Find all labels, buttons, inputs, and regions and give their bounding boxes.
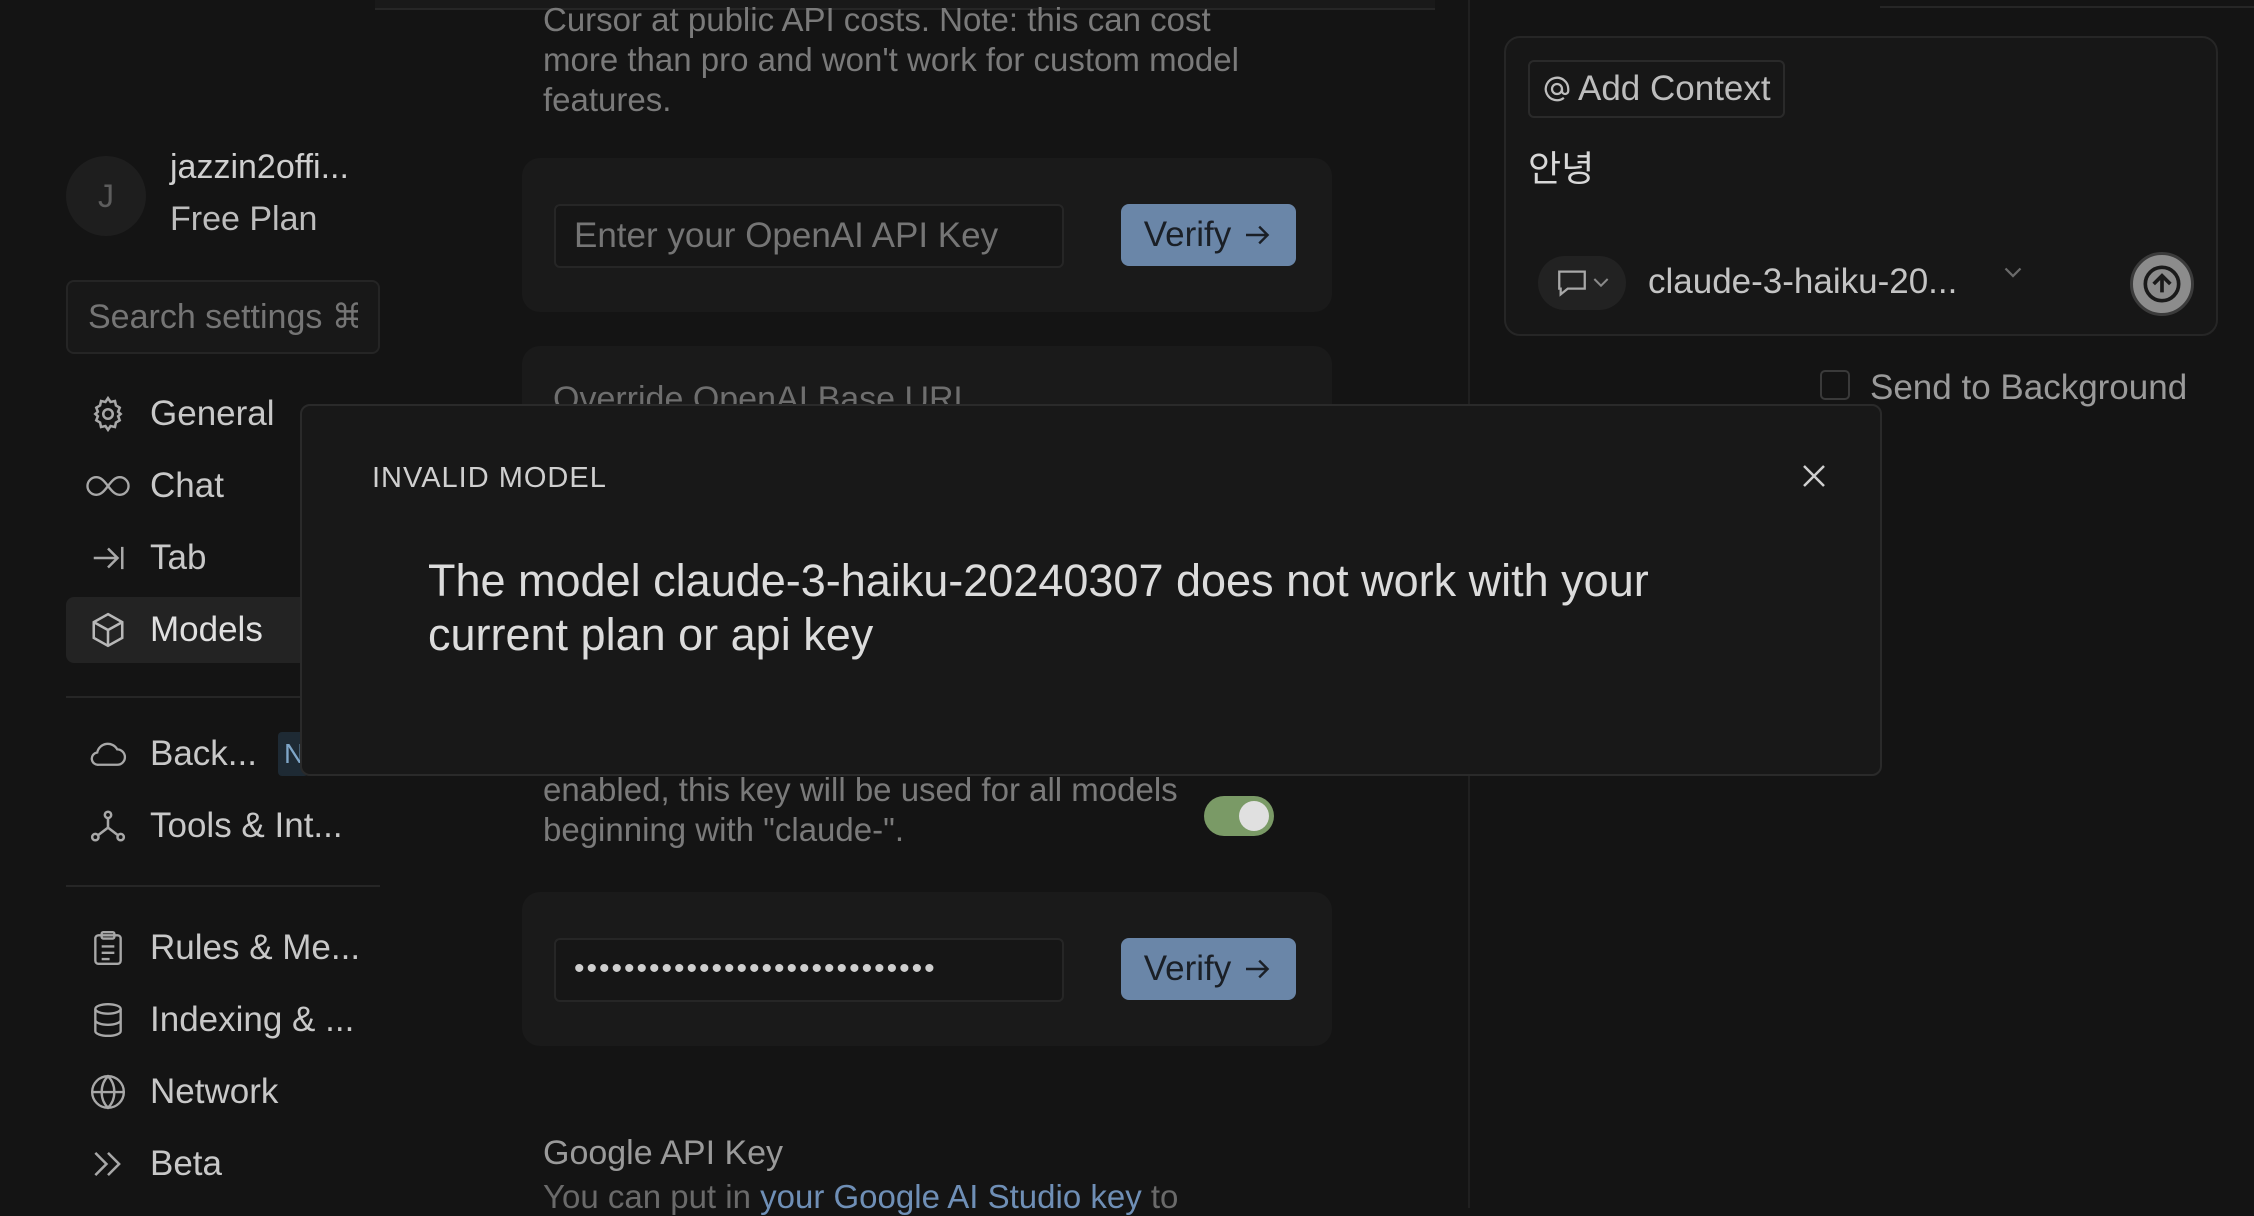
sidebar-item-label: Back... [150, 734, 257, 773]
add-context-label: Add Context [1578, 69, 1771, 108]
sidebar-item-label: Beta [150, 1144, 222, 1183]
anthropic-key-description: enabled, this key will be used for all m… [543, 771, 1178, 848]
nodes-icon [86, 804, 130, 848]
sidebar-item-indexing[interactable]: Indexing & ... [66, 987, 380, 1053]
verify-openai-button[interactable]: Verify [1121, 204, 1296, 266]
override-base-url-label: Override OpenAI Base URL [553, 380, 973, 406]
at-sign-icon [1544, 76, 1570, 102]
anthropic-key-toggle[interactable] [1204, 796, 1274, 836]
sidebar-item-label: Tab [150, 538, 207, 577]
google-desc-suffix: to [1141, 1178, 1179, 1215]
verify-label: Verify [1143, 949, 1232, 988]
account-name: jazzin2offi... [170, 148, 349, 186]
google-ai-studio-link[interactable]: your Google AI Studio key [760, 1178, 1142, 1215]
sidebar-item-label: Network [150, 1072, 279, 1111]
dialog-title: INVALID MODEL [372, 462, 607, 494]
avatar: J [66, 156, 146, 236]
search-settings-input[interactable] [66, 280, 380, 354]
database-icon [86, 998, 130, 1042]
arrow-up-icon [2143, 265, 2181, 303]
close-icon [1803, 465, 1825, 487]
cube-icon [86, 608, 130, 652]
sidebar-item-rules[interactable]: Rules & Me... [66, 915, 380, 981]
send-to-background-checkbox[interactable] [1820, 370, 1850, 400]
add-context-button[interactable]: Add Context [1528, 60, 1785, 118]
google-api-key-title: Google API Key [543, 1134, 784, 1172]
account-plan: Free Plan [170, 200, 318, 238]
openai-api-key-input[interactable] [554, 204, 1064, 268]
sidebar-item-beta[interactable]: Beta [66, 1131, 380, 1197]
sidebar-item-label: General [150, 394, 275, 433]
cloud-icon [86, 732, 130, 776]
sidebar-item-tools[interactable]: Tools & Int... [66, 793, 380, 859]
send-to-background-label: Send to Background [1870, 368, 2188, 407]
dialog-message: The model claude-3-haiku-20240307 does n… [428, 555, 1649, 660]
tab-arrow-icon [86, 536, 130, 580]
send-button[interactable] [2130, 252, 2194, 316]
sidebar-item-label: Chat [150, 466, 224, 505]
model-selector[interactable]: claude-3-haiku-20... [1648, 262, 1957, 302]
top-divider-right [1880, 0, 2254, 8]
chevrons-icon [86, 1142, 130, 1186]
sidebar-item-network[interactable]: Network [66, 1059, 380, 1125]
infinity-icon [86, 464, 130, 508]
globe-icon [86, 1070, 130, 1114]
chevron-down-icon [1593, 278, 1609, 288]
clipboard-icon [86, 926, 130, 970]
close-button[interactable] [1792, 454, 1836, 498]
toggle-knob [1239, 801, 1269, 831]
google-desc-prefix: You can put in [543, 1178, 761, 1215]
chevron-down-icon[interactable] [2004, 266, 2022, 280]
sidebar-item-label: Tools & Int... [150, 806, 343, 845]
chat-bubble-icon [1558, 270, 1586, 297]
arrow-right-icon [1246, 959, 1270, 979]
sidebar-item-label: Models [150, 610, 263, 649]
sidebar-item-label: Rules & Me... [150, 928, 361, 967]
composer-text[interactable]: 안녕 [1528, 140, 1594, 192]
chat-mode-selector[interactable] [1538, 256, 1626, 310]
sidebar-divider [66, 885, 380, 887]
verify-label: Verify [1143, 215, 1232, 254]
google-api-key-description: You can put in your Google AI Studio key… [543, 1178, 1178, 1216]
gear-icon [86, 392, 130, 436]
anthropic-api-key-input[interactable]: ••••••••••••••••••••••••••••• [554, 938, 1064, 1002]
sidebar-item-label: Indexing & ... [150, 1000, 355, 1039]
openai-key-description: Cursor at public API costs. Note: this c… [543, 1, 1239, 118]
verify-anthropic-button[interactable]: Verify [1121, 938, 1296, 1000]
arrow-right-icon [1246, 225, 1270, 245]
